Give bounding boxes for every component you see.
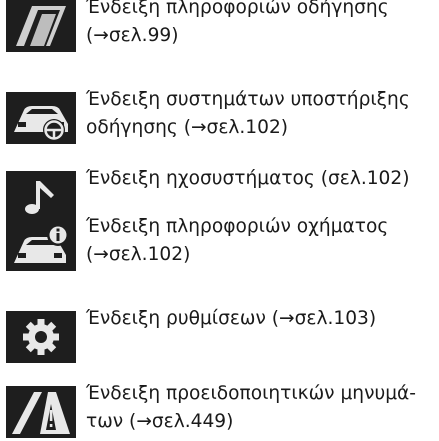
text-line: (→σελ.99) (86, 24, 179, 46)
text-line: (→σελ.102) (86, 243, 191, 265)
vehicle-info-icon (6, 219, 76, 271)
text-line: Ένδειξη ρυθμίσεων (→σελ.103) (86, 308, 377, 329)
text-line: των (→σελ.449) (86, 410, 234, 432)
text-line: Ένδειξη προειδοποιητικών μηνυμά- (86, 383, 417, 404)
audio-note-icon (6, 171, 76, 223)
text-line: Ένδειξη ηχοσυστήματος (σελ.102) (86, 168, 410, 189)
menu-item-text: Ένδειξη ηχοσυστήματος (σελ.102) (86, 165, 438, 193)
menu-item-text: Ένδειξη πληροφοριών οδήγησης (→σελ.99) (86, 0, 438, 49)
warning-triangle-icon (6, 386, 76, 438)
menu-item-text: Ένδειξη συστημάτων υποστήριξης οδήγησης … (86, 86, 438, 141)
text-line: Ένδειξη πληροφοριών οδήγησης (86, 0, 389, 18)
menu-item-text: Ένδειξη πληροφοριών οχήματος (→σελ.102) (86, 213, 438, 268)
text-line: οδήγησης (→σελ.102) (86, 116, 289, 138)
menu-item-text: Ένδειξη προειδοποιητικών μηνυμά- των (→σ… (86, 380, 438, 435)
driving-assist-icon (6, 92, 76, 144)
menu-item-text: Ένδειξη ρυθμίσεων (→σελ.103) (86, 305, 438, 333)
text-line: Ένδειξη συστημάτων υποστήριξης (86, 89, 410, 110)
settings-gear-icon (6, 311, 76, 363)
driving-info-icon (6, 0, 76, 52)
text-line: Ένδειξη πληροφοριών οχήματος (86, 216, 389, 237)
